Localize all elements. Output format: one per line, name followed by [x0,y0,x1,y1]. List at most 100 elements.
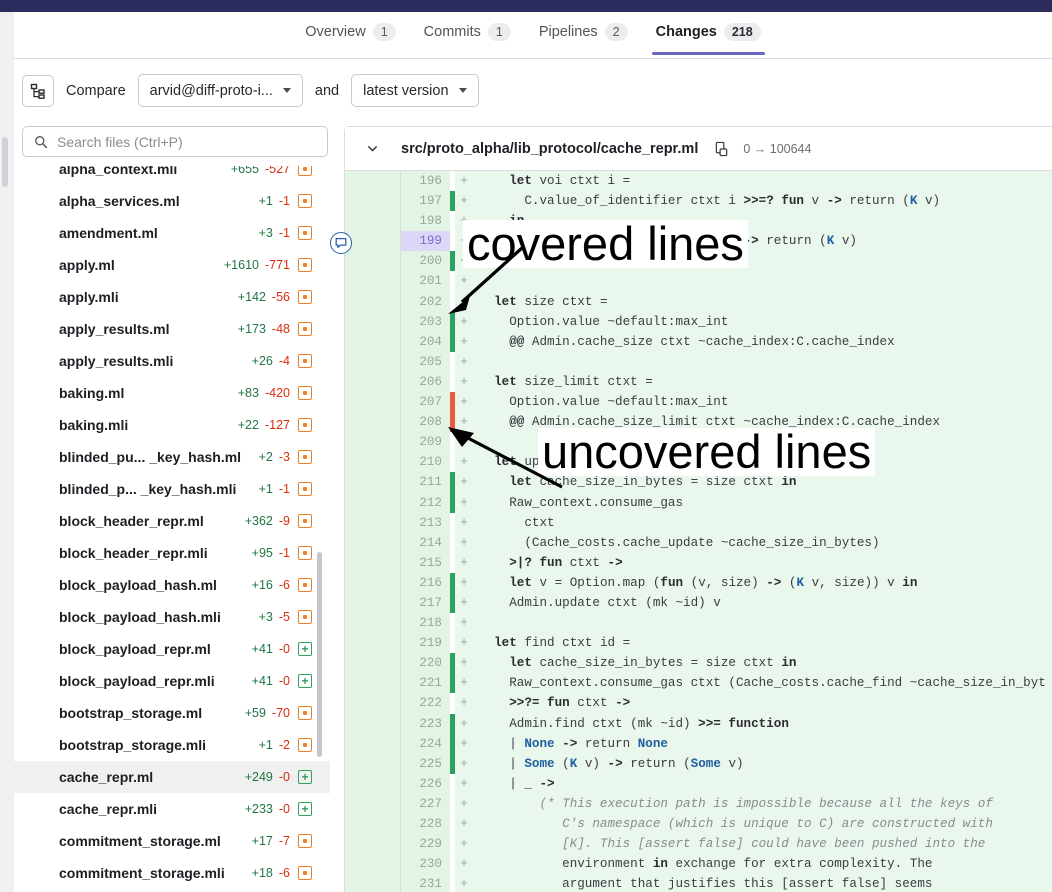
line-comment-marker[interactable] [330,232,352,254]
diff-line-row[interactable]: 222 + >>?= fun ctxt -> [345,693,1052,714]
file-tree-toggle-button[interactable] [22,74,54,107]
diff-line-number[interactable]: 197 [400,191,450,212]
diff-line-number[interactable]: 201 [400,271,450,292]
left-rail-scroll-thumb[interactable] [2,137,8,187]
file-list-item[interactable]: baking.mli +22 -127 [14,409,330,441]
diff-line-row[interactable]: 215 + >|? fun ctxt -> [345,552,1052,573]
file-search-box[interactable] [22,126,328,157]
diff-line-number[interactable]: 223 [400,713,450,734]
diff-line-number[interactable]: 207 [400,392,450,413]
diff-line-row[interactable]: 202 + let size ctxt = [345,291,1052,312]
diff-line-row[interactable]: 229 + [K]. This [assert false] could have… [345,834,1052,855]
diff-line-row[interactable]: 221 + Raw_context.consume_gas ctxt (Cache… [345,673,1052,694]
diff-line-row[interactable]: 228 + C's namespace (which is unique to C… [345,814,1052,835]
diff-line-row[interactable]: 216 + let v = Option.map (fun (v, size) -… [345,572,1052,593]
diff-line-row[interactable]: 220 + let cache_size_in_bytes = size ctxt… [345,653,1052,674]
diff-line-number[interactable]: 231 [400,874,450,892]
diff-line-number[interactable]: 199 [400,231,450,252]
file-list-item[interactable]: apply.mli +142 -56 [14,281,330,313]
diff-line-number[interactable]: 218 [400,613,450,634]
diff-line-number[interactable]: 203 [400,311,450,332]
file-list-scrollbar[interactable] [317,552,322,757]
diff-line-number[interactable]: 216 [400,572,450,593]
file-list-item[interactable]: alpha_services.ml +1 -1 [14,185,330,217]
diff-line-row[interactable]: 225 + | Some (K v) -> return (Some v) [345,753,1052,774]
diff-line-number[interactable]: 214 [400,532,450,553]
file-list-item[interactable]: alpha_context.mli +655 -527 [14,166,330,185]
diff-line-row[interactable]: 205 + [345,351,1052,372]
diff-line-row[interactable]: 226 + | _ -> [345,773,1052,794]
diff-line-number[interactable]: 220 [400,653,450,674]
diff-line-row[interactable]: 223 + Admin.find ctxt (mk ~id) >>= functi… [345,713,1052,734]
diff-line-number[interactable]: 202 [400,291,450,312]
diff-line-number[interactable]: 215 [400,552,450,573]
diff-line-row[interactable]: 214 + (Cache_costs.cache_update ~cache_si… [345,532,1052,553]
diff-line-row[interactable]: 219 + let find ctxt id = [345,633,1052,654]
tab-commits[interactable]: Commits 1 [410,23,525,54]
diff-line-row[interactable]: 217 + Admin.update ctxt (mk ~id) v [345,592,1052,614]
file-list-item[interactable]: cache_repr.ml +249 -0 + [14,761,330,793]
file-list-item[interactable]: amendment.ml +3 -1 [14,217,330,249]
target-version-dropdown[interactable]: latest version [351,74,479,107]
diff-line-number[interactable]: 204 [400,331,450,352]
file-list-item[interactable]: apply.ml +1610 -771 [14,249,330,281]
diff-line-number[interactable]: 198 [400,211,450,232]
diff-line-number[interactable]: 224 [400,733,450,754]
source-branch-dropdown[interactable]: arvid@diff-proto-i... [137,74,303,107]
file-list-item[interactable]: commitment_storage.mli +18 -6 [14,857,330,889]
file-list-item[interactable]: baking.ml +83 -420 [14,377,330,409]
diff-line-row[interactable]: 231 + argument that justifies this [asser… [345,874,1052,892]
diff-line-number[interactable]: 210 [400,452,450,473]
diff-line-row[interactable]: 197 + C.value_of_identifier ctxt i >>=? f… [345,191,1052,212]
file-list-item[interactable]: block_payload_repr.ml +41 -0 + [14,633,330,665]
diff-line-number[interactable]: 213 [400,512,450,533]
diff-line-number[interactable]: 212 [400,492,450,513]
file-list[interactable]: alpha_context.mli +655 -527 alpha_services.… [14,166,330,892]
diff-line-number[interactable]: 217 [400,592,450,614]
diff-line-number[interactable]: 228 [400,814,450,835]
file-list-item[interactable]: block_payload_hash.ml +16 -6 [14,569,330,601]
diff-line-number[interactable]: 209 [400,432,450,453]
diff-line-row[interactable]: 224 + | None -> return None [345,733,1052,754]
diff-line-number[interactable]: 211 [400,472,450,493]
diff-line-number[interactable]: 230 [400,854,450,875]
tab-changes[interactable]: Changes 218 [642,23,775,55]
diff-line-number[interactable]: 226 [400,773,450,794]
file-list-item[interactable]: blinded_pu... _key_hash.ml +2 -3 [14,441,330,473]
copy-path-button[interactable] [714,141,729,157]
tab-pipelines[interactable]: Pipelines 2 [525,23,642,54]
diff-line-number[interactable]: 205 [400,351,450,372]
file-list-item[interactable]: blinded_p... _key_hash.mli +1 -1 [14,473,330,505]
diff-line-row[interactable]: 203 + Option.value ~default:max_int [345,311,1052,332]
file-list-item[interactable]: block_payload_hash.mli +3 -5 [14,601,330,633]
diff-line-number[interactable]: 221 [400,673,450,694]
diff-line-number[interactable]: 196 [400,171,450,192]
diff-line-row[interactable]: 207 + Option.value ~default:max_int [345,392,1052,413]
diff-line-row[interactable]: 204 + @@ Admin.cache_size ctxt ~cache_ind… [345,331,1052,352]
file-list-item[interactable]: block_payload_repr.mli +41 -0 + [14,665,330,697]
file-list-item[interactable]: apply_results.ml +173 -48 [14,313,330,345]
diff-line-number[interactable]: 229 [400,834,450,855]
file-list-item[interactable]: block_header_repr.mli +95 -1 [14,537,330,569]
diff-line-row[interactable]: 227 + (* This execution path is impossibl… [345,793,1052,814]
file-list-item[interactable]: bootstrap_storage.mli +1 -2 [14,729,330,761]
tab-overview[interactable]: Overview 1 [291,23,409,54]
diff-line-number[interactable]: 219 [400,633,450,654]
diff-line-number[interactable]: 206 [400,371,450,393]
diff-line-row[interactable]: 201 + [345,271,1052,292]
diff-line-row[interactable]: 218 + [345,613,1052,634]
file-list-item[interactable]: commitment_storage.ml +17 -7 [14,825,330,857]
search-input[interactable] [57,133,316,150]
file-list-item[interactable]: bootstrap_storage.ml +59 -70 [14,697,330,729]
file-list-item[interactable]: block_header_repr.ml +362 -9 [14,505,330,537]
diff-line-row[interactable]: 196 + let voi ctxt i = [345,171,1052,192]
diff-line-number[interactable]: 225 [400,753,450,774]
diff-line-row[interactable]: 213 + ctxt [345,512,1052,533]
collapse-file-button[interactable] [357,142,387,155]
diff-line-row[interactable]: 212 + Raw_context.consume_gas [345,492,1052,513]
diff-line-row[interactable]: 206 + let size_limit ctxt = [345,371,1052,393]
diff-line-number[interactable]: 222 [400,693,450,714]
diff-line-number[interactable]: 208 [400,412,450,433]
file-list-item[interactable]: cache_repr.mli +233 -0 + [14,793,330,825]
file-list-item[interactable]: apply_results.mli +26 -4 [14,345,330,377]
